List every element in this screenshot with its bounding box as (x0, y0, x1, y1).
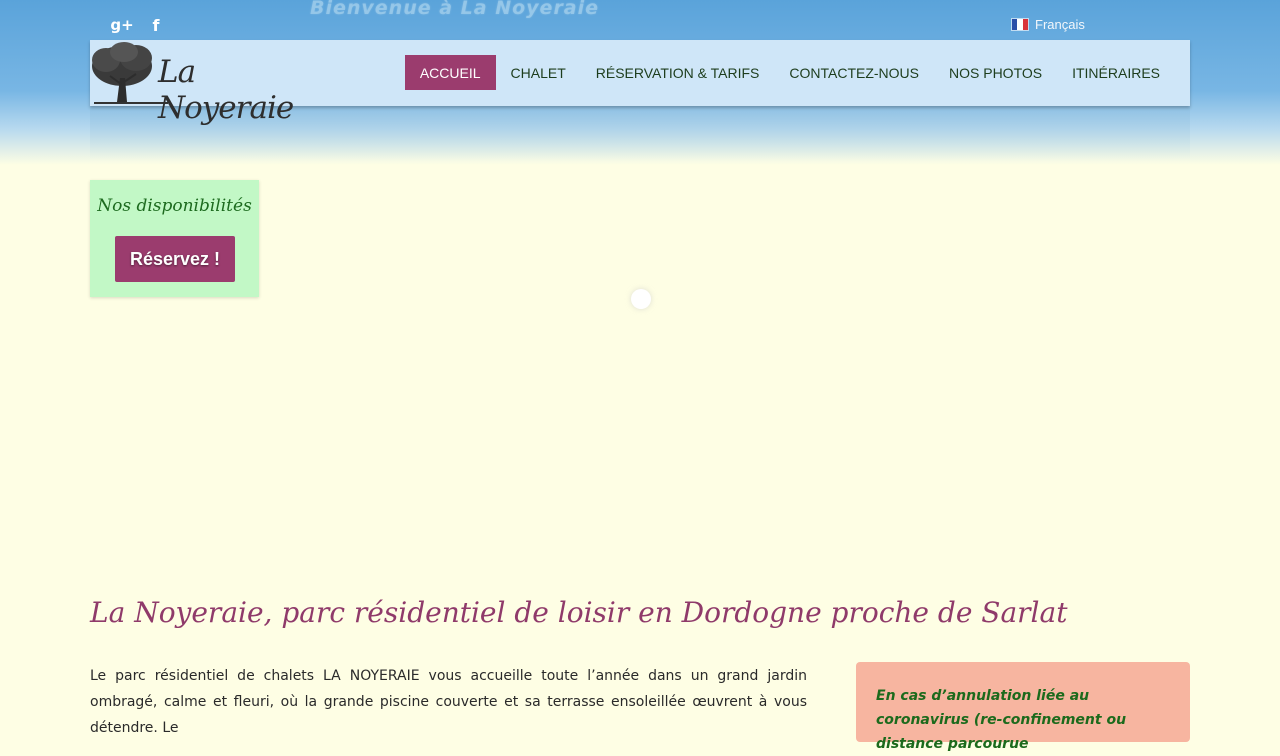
language-label: Français (1035, 17, 1085, 32)
page-title: La Noyeraie, parc résidentiel de loisir … (90, 596, 1068, 629)
nav-item-contactez-nous[interactable]: CONTACTEZ-NOUS (774, 55, 934, 90)
nav-item-itineraires[interactable]: ITINÉRAIRES (1057, 55, 1175, 90)
nav-item-chalet[interactable]: CHALET (496, 55, 581, 90)
site-header: La Noyeraie ACCUEIL CHALET RÉSERVATION &… (90, 40, 1190, 126)
facebook-icon[interactable]: f (148, 14, 164, 36)
nav-item-nos-photos[interactable]: NOS PHOTOS (934, 55, 1057, 90)
welcome-banner-text: Bienvenue à La Noyeraie (310, 0, 600, 19)
main-nav: ACCUEIL CHALET RÉSERVATION & TARIFS CONT… (404, 55, 1175, 90)
availability-box: Nos disponibilités Réservez ! (90, 180, 259, 297)
google-plus-icon[interactable]: g+ (110, 14, 134, 36)
intro-paragraph: Le parc résidentiel de chalets LA NOYERA… (90, 668, 807, 736)
nav-item-accueil[interactable]: ACCUEIL (404, 55, 496, 90)
language-selector[interactable]: Français (1011, 17, 1085, 32)
coronavirus-notice: En cas d’annulation liée au coronavirus … (856, 662, 1190, 752)
logo-text: La Noyeraie (158, 54, 294, 126)
site-logo[interactable]: La Noyeraie (90, 40, 295, 126)
reserve-button[interactable]: Réservez ! (115, 236, 235, 282)
nav-item-reservation-tarifs[interactable]: RÉSERVATION & TARIFS (581, 55, 775, 90)
loading-spinner-icon (631, 289, 651, 309)
availability-title: Nos disponibilités (97, 196, 252, 216)
notice-title: En cas d’annulation liée au coronavirus … (876, 688, 1127, 752)
french-flag-icon (1011, 18, 1029, 31)
